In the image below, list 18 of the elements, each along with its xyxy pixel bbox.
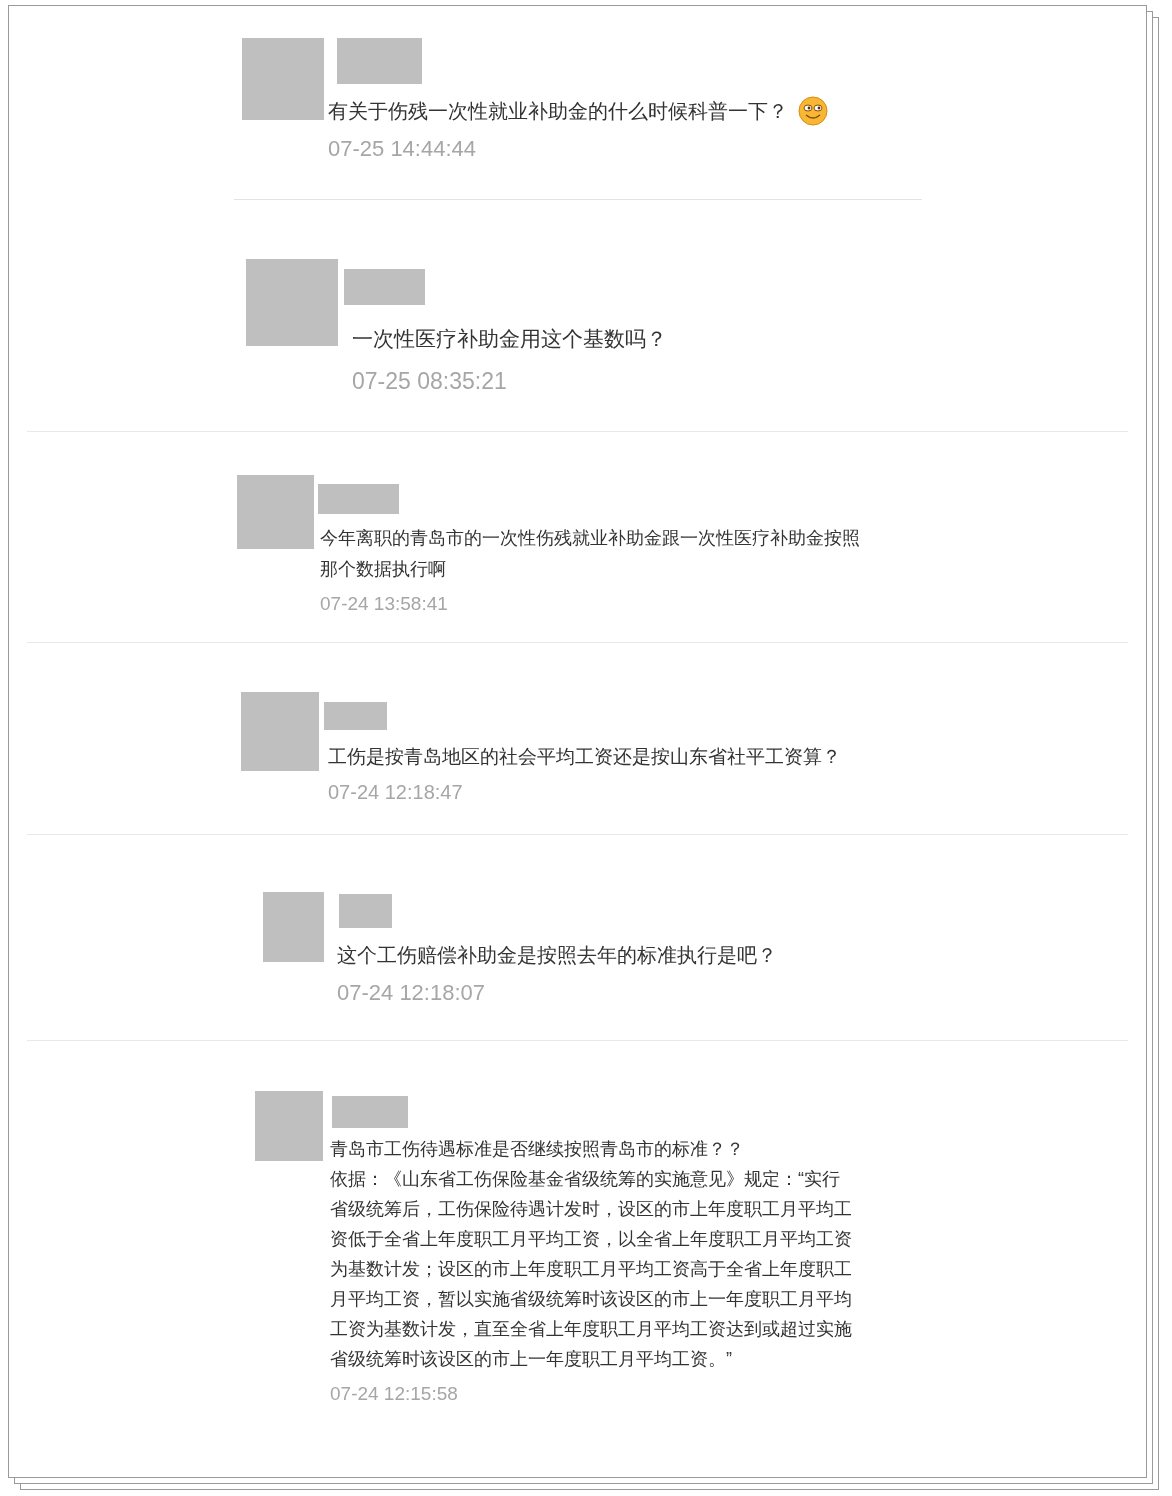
comment-time: 07-24 13:58:41	[320, 592, 448, 616]
comment-text: 今年离职的青岛市的一次性伤残就业补助金跟一次性医疗补助金按照那个数据执行啊	[320, 527, 860, 581]
avatar-placeholder	[263, 892, 324, 962]
comment-text: 这个工伤赔偿补助金是按照去年的标准执行是吧？	[337, 943, 777, 968]
comment-text: 工伤是按青岛地区的社会平均工资还是按山东省社平工资算？	[328, 745, 841, 769]
comment-time: 07-24 12:15:58	[330, 1382, 458, 1406]
comment-text: 一次性医疗补助金用这个基数吗？	[352, 326, 667, 352]
comment-time: 07-25 14:44:44	[328, 136, 477, 162]
comment-time: 07-25 08:35:21	[352, 367, 507, 395]
avatar-placeholder	[255, 1091, 323, 1161]
username-placeholder	[339, 894, 392, 928]
grinning-face-icon	[798, 96, 828, 126]
comment-text: 依据：《山东省工伤保险基金省级统筹的实施意见》规定：“实行省级统筹后，工伤保险待遇计发时，设区的市上年度职工月平均工资低于全省上年度职工月平均工资，以全省上年度职工月平均工资为基数计发；设区的市上年度职工月平均工资高于全省上年度职工月平均工资，暂以实施省级统筹时该设区的市上一年度职工月平均工资为基数计发，直至全省上年度职工月平均工资达到或超过实施省级统筹时该设区的市上一年度职工月平均工资。”	[330, 1168, 853, 1371]
comment-time: 07-24 12:18:07	[337, 980, 486, 1006]
username-placeholder	[324, 702, 387, 730]
comment-text: 有关于伤残一次性就业补助金的什么时候科普一下？	[328, 99, 788, 124]
comment-text: 青岛市工伤待遇标准是否继续按照青岛市的标准？？	[330, 1138, 744, 1161]
comment-time: 07-24 12:18:47	[328, 780, 463, 805]
